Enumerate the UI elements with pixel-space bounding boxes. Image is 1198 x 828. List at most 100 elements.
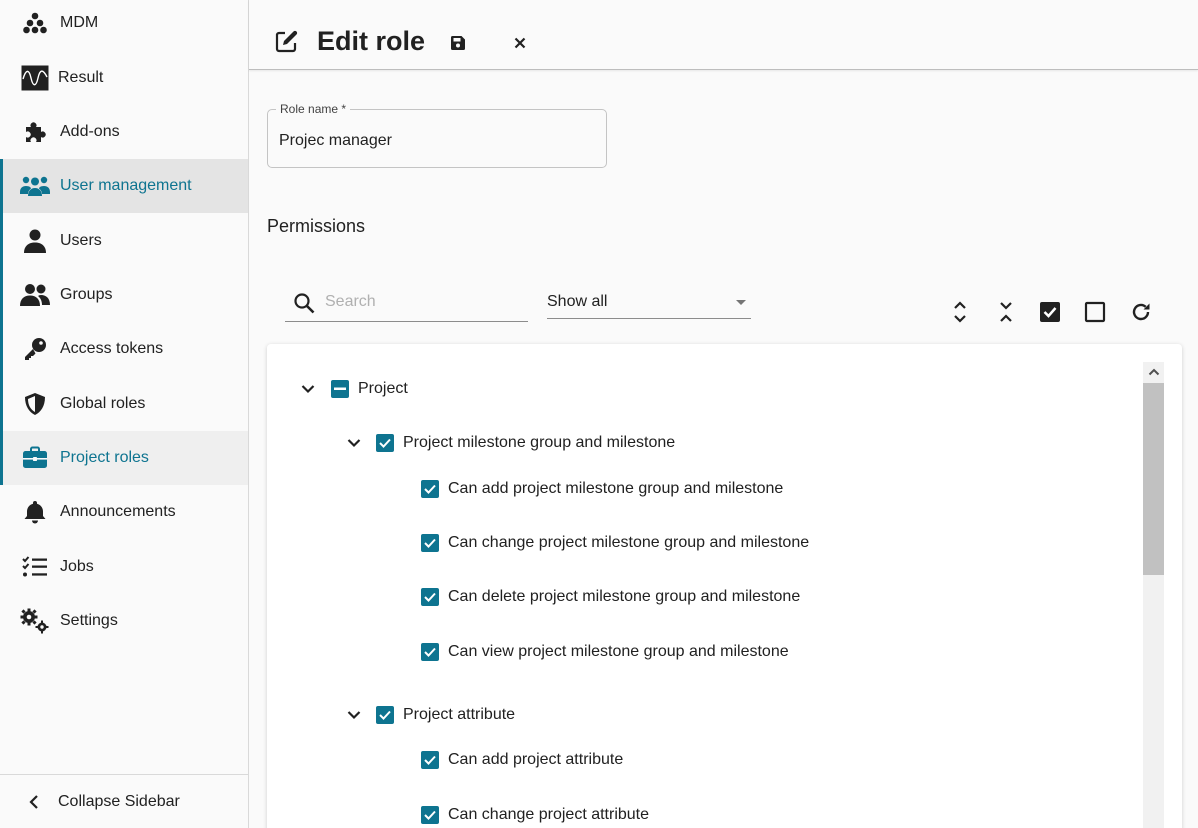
- checkbox-indeterminate[interactable]: [331, 380, 349, 398]
- tree-leaf-label: Can delete project milestone group and m…: [448, 588, 801, 605]
- checkbox-checked[interactable]: [421, 643, 439, 661]
- checkbox-checked[interactable]: [376, 434, 394, 452]
- search-input[interactable]: [325, 293, 520, 311]
- tree-leaf-label: Can add project attribute: [448, 751, 624, 768]
- reset-button[interactable]: [1127, 298, 1155, 326]
- bell-icon: [20, 497, 50, 527]
- tree-scrollbar[interactable]: [1143, 362, 1164, 828]
- permissions-tree: Project Project milestone group and mile…: [267, 344, 1182, 828]
- sidebar-item-label: Access tokens: [60, 340, 164, 357]
- tree-leaf: Can add project milestone group and mile…: [267, 474, 1127, 504]
- close-button[interactable]: [509, 32, 531, 54]
- tree-leaf: Can view project milestone group and mil…: [267, 637, 1127, 667]
- floppy-disk-icon: [451, 36, 465, 50]
- collapse-all-icon: [1000, 302, 1012, 322]
- role-name-field: Role name *: [267, 102, 607, 168]
- sidebar-item-user-management[interactable]: User management: [0, 159, 248, 213]
- tree-node-group: Project milestone group and milestone: [267, 428, 1127, 458]
- tree-leaf-label: Can change project milestone group and m…: [448, 534, 810, 551]
- sidebar-item-label: Project roles: [60, 449, 149, 466]
- chevron-left-icon: [24, 792, 44, 812]
- checkbox-checked[interactable]: [421, 534, 439, 552]
- list-check-icon: [20, 552, 50, 582]
- filter-select[interactable]: Show all: [547, 288, 751, 319]
- user-group-icon: [20, 280, 50, 310]
- sidebar-item-label: Jobs: [60, 558, 94, 575]
- sidebar-item-users[interactable]: Users: [0, 214, 248, 268]
- tree-node-project: Project: [267, 374, 1127, 404]
- close-icon: [514, 37, 526, 49]
- waveform-icon: [20, 63, 50, 93]
- caret-down-icon: [736, 300, 746, 305]
- tree-leaf: Can change project milestone group and m…: [267, 528, 1127, 558]
- tree-node-label: Project milestone group and milestone: [403, 434, 676, 451]
- sidebar-item-label: Groups: [60, 286, 113, 303]
- active-section-indicator: [0, 159, 3, 485]
- sidebar-item-label: Global roles: [60, 395, 146, 412]
- sidebar-item-label: Announcements: [60, 503, 176, 520]
- chevron-down-icon[interactable]: [298, 379, 318, 399]
- sidebar: MDM Result Add-ons User management Users…: [0, 0, 249, 828]
- sidebar-item-label: Users: [60, 232, 102, 249]
- sidebar-item-add-ons[interactable]: Add-ons: [0, 105, 248, 159]
- tree-leaf: Can add project attribute: [267, 745, 1127, 775]
- sidebar-item-access-tokens[interactable]: Access tokens: [0, 322, 248, 376]
- tree-node-group: Project attribute: [267, 700, 1127, 730]
- page-header: Edit role: [249, 0, 1198, 70]
- sidebar-item-announcements[interactable]: Announcements: [0, 485, 248, 539]
- filter-select-value: Show all: [547, 293, 608, 310]
- checkbox-checked[interactable]: [421, 806, 439, 824]
- sidebar-item-project-roles[interactable]: Project roles: [0, 431, 248, 485]
- permissions-heading: Permissions: [267, 216, 366, 236]
- tree-node-label: Project attribute: [403, 706, 516, 723]
- role-name-input[interactable]: [279, 132, 589, 150]
- sitemap-icon: [20, 8, 50, 38]
- tree-leaf: Can change project attribute: [267, 800, 1127, 828]
- role-name-label: Role name *: [276, 102, 351, 116]
- briefcase-icon: [20, 443, 50, 473]
- scrollbar-thumb[interactable]: [1143, 383, 1164, 575]
- edit-icon: [275, 29, 299, 53]
- sidebar-item-label: User management: [60, 177, 192, 194]
- tree-leaf-label: Can add project milestone group and mile…: [448, 480, 784, 497]
- chevron-down-icon[interactable]: [344, 705, 364, 725]
- sidebar-item-global-roles[interactable]: Global roles: [0, 377, 248, 431]
- chevron-down-icon[interactable]: [344, 433, 364, 453]
- sidebar-item-label: MDM: [60, 14, 99, 31]
- checkbox-checked[interactable]: [421, 480, 439, 498]
- user-icon: [20, 226, 50, 256]
- collapse-all-button[interactable]: [992, 298, 1020, 326]
- save-button[interactable]: [447, 32, 469, 54]
- sidebar-item-settings[interactable]: Settings: [0, 594, 248, 648]
- sidebar-item-label: Result: [58, 69, 104, 86]
- scroll-up-icon[interactable]: [1143, 362, 1164, 382]
- expand-all-icon: [954, 301, 966, 323]
- refresh-icon: [1132, 303, 1150, 321]
- shield-icon: [20, 389, 50, 419]
- checkbox-checked[interactable]: [421, 588, 439, 606]
- key-icon: [20, 334, 50, 364]
- gears-icon: [20, 606, 50, 636]
- permission-search: [285, 288, 528, 322]
- collapse-sidebar-label: Collapse Sidebar: [58, 792, 180, 810]
- sidebar-item-result[interactable]: Result: [0, 51, 248, 105]
- puzzle-icon: [20, 117, 50, 147]
- sidebar-item-groups[interactable]: Groups: [0, 268, 248, 322]
- sidebar-item-mdm[interactable]: MDM: [0, 0, 248, 50]
- checkbox-checked[interactable]: [421, 751, 439, 769]
- tree-leaf: Can delete project milestone group and m…: [267, 582, 1127, 612]
- collapse-sidebar-button[interactable]: Collapse Sidebar: [0, 774, 248, 828]
- search-icon: [293, 292, 317, 316]
- sidebar-item-jobs[interactable]: Jobs: [0, 540, 248, 594]
- tree-leaf-label: Can change project attribute: [448, 806, 650, 823]
- sidebar-item-label: Add-ons: [60, 123, 120, 140]
- deselect-all-button[interactable]: [1081, 298, 1109, 326]
- select-all-button[interactable]: [1036, 298, 1064, 326]
- checkbox-checked[interactable]: [376, 706, 394, 724]
- users-icon: [20, 171, 50, 201]
- checkbox-checked-icon: [1040, 302, 1060, 322]
- tree-leaf-label: Can view project milestone group and mil…: [448, 643, 789, 660]
- expand-all-button[interactable]: [946, 298, 974, 326]
- tree-node-label: Project: [358, 380, 408, 397]
- page-title: Edit role: [317, 26, 426, 56]
